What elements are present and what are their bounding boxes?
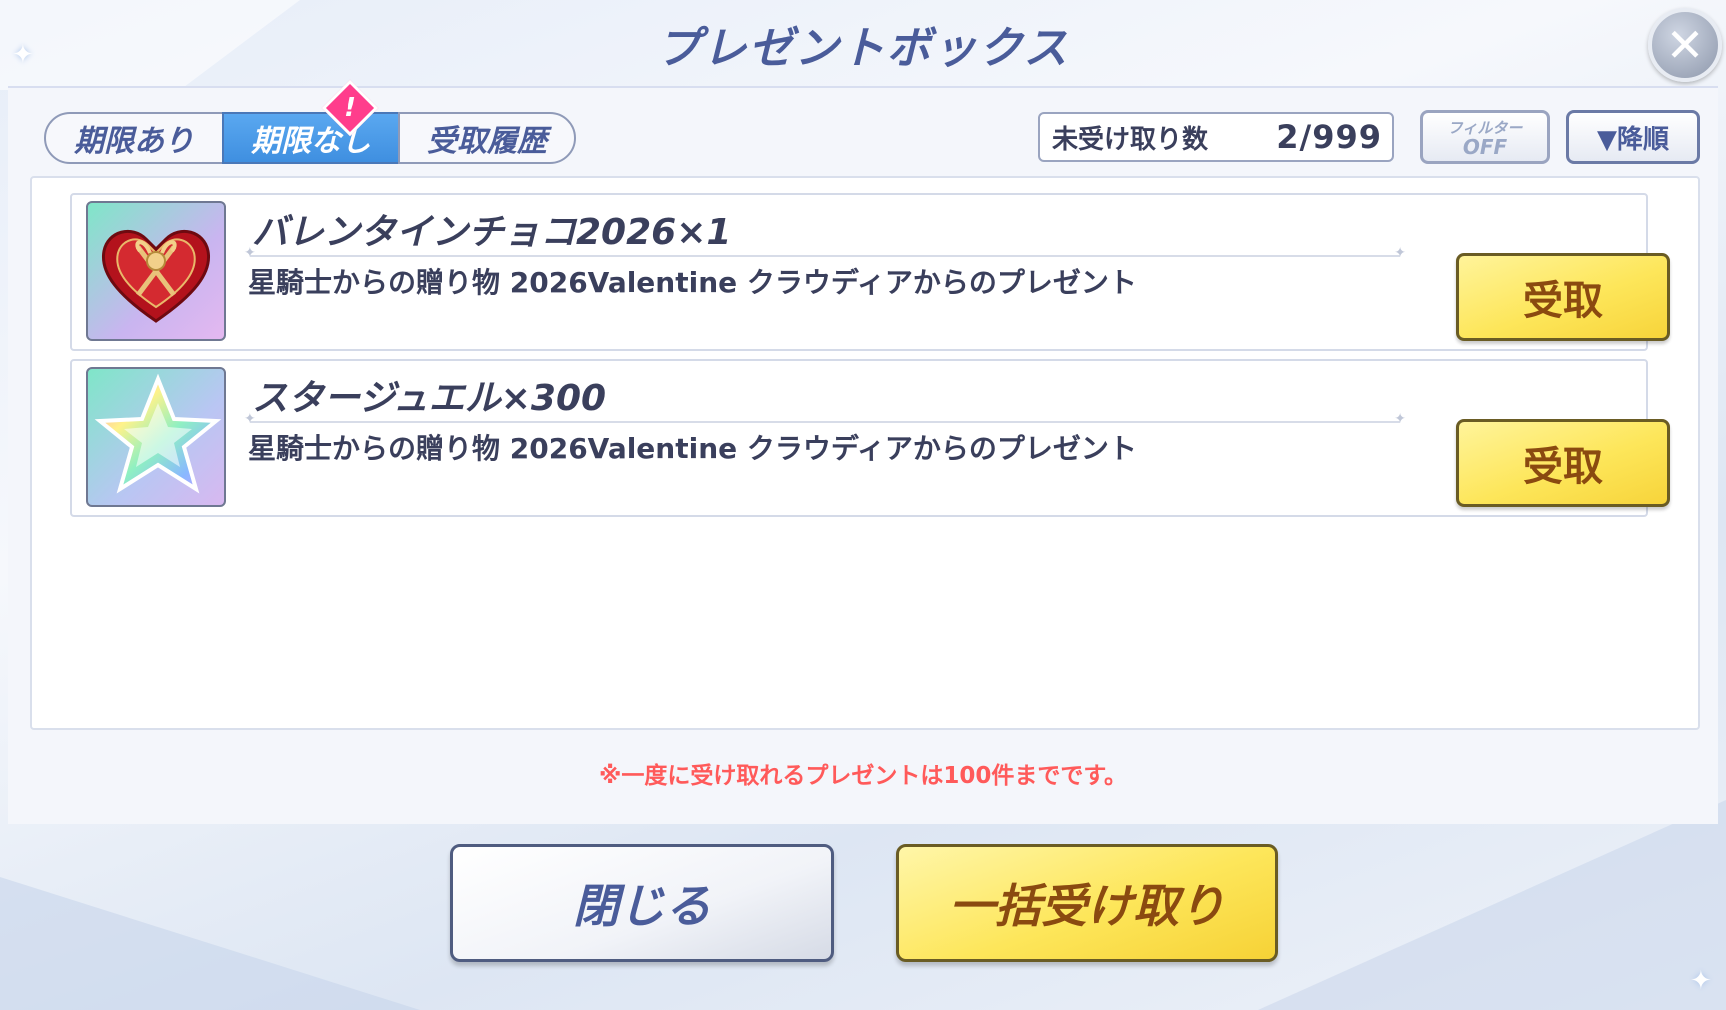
bulk-receive-button[interactable]: 一括受け取り: [896, 844, 1278, 962]
close-footer-button[interactable]: 閉じる: [450, 844, 834, 962]
sparkle-icon: ✦: [1690, 966, 1712, 996]
item-divider: [244, 245, 1406, 261]
limit-notice: ※一度に受け取れるプレゼントは100件までです。: [598, 763, 1128, 789]
counter-label: 未受け取り数: [1052, 124, 1209, 155]
background-shard: [0, 877, 420, 1010]
present-list[interactable]: バレンタインチョコ2026×1 星騎士からの贈り物 2026Valentine …: [30, 176, 1700, 730]
sort-label: ▼降順: [1597, 124, 1669, 155]
close-footer-label: 閉じる: [573, 879, 711, 933]
filter-button[interactable]: フィルター OFF: [1420, 110, 1550, 164]
tab-no-deadline[interactable]: 期限なし !: [222, 79, 400, 164]
item-name: バレンタインチョコ2026×1: [252, 212, 732, 253]
filter-state: OFF: [1462, 135, 1508, 159]
background-shard: [1258, 800, 1726, 1010]
item-description: 星騎士からの贈り物 2026Valentine クラウディアからのプレゼント: [248, 432, 1137, 465]
item-divider: [244, 411, 1406, 427]
unreceived-counter: 未受け取り数 2/999: [1038, 112, 1394, 162]
receive-label: 受取: [1523, 444, 1603, 490]
close-button[interactable]: ✕: [1648, 8, 1722, 82]
tab-label: 受取履歴: [427, 124, 547, 159]
tab-label: 期限あり: [74, 124, 194, 159]
page-title: プレゼントボックス: [656, 23, 1070, 74]
bulk-receive-label: 一括受け取り: [949, 879, 1225, 933]
receive-label: 受取: [1523, 278, 1603, 324]
star-jewel-icon: [86, 367, 226, 507]
list-item: スタージュエル×300 星騎士からの贈り物 2026Valentine クラウデ…: [70, 359, 1670, 517]
item-description: 星騎士からの贈り物 2026Valentine クラウディアからのプレゼント: [248, 266, 1137, 299]
sort-button[interactable]: ▼降順: [1566, 110, 1700, 164]
list-item: バレンタインチョコ2026×1 星騎士からの贈り物 2026Valentine …: [70, 193, 1670, 351]
tab-history[interactable]: 受取履歴: [398, 112, 576, 164]
heart-chocolate-box-icon: [86, 201, 226, 341]
item-name: スタージュエル×300: [252, 378, 607, 419]
receive-button[interactable]: 受取: [1456, 419, 1670, 507]
tab-with-deadline[interactable]: 期限あり: [44, 112, 224, 164]
alert-badge-mark: !: [344, 93, 356, 123]
receive-button[interactable]: 受取: [1456, 253, 1670, 341]
close-icon: ✕: [1665, 18, 1705, 72]
counter-value: 2/999: [1276, 118, 1382, 156]
tab-bar: 期限あり 期限なし ! 受取履歴: [44, 79, 576, 168]
